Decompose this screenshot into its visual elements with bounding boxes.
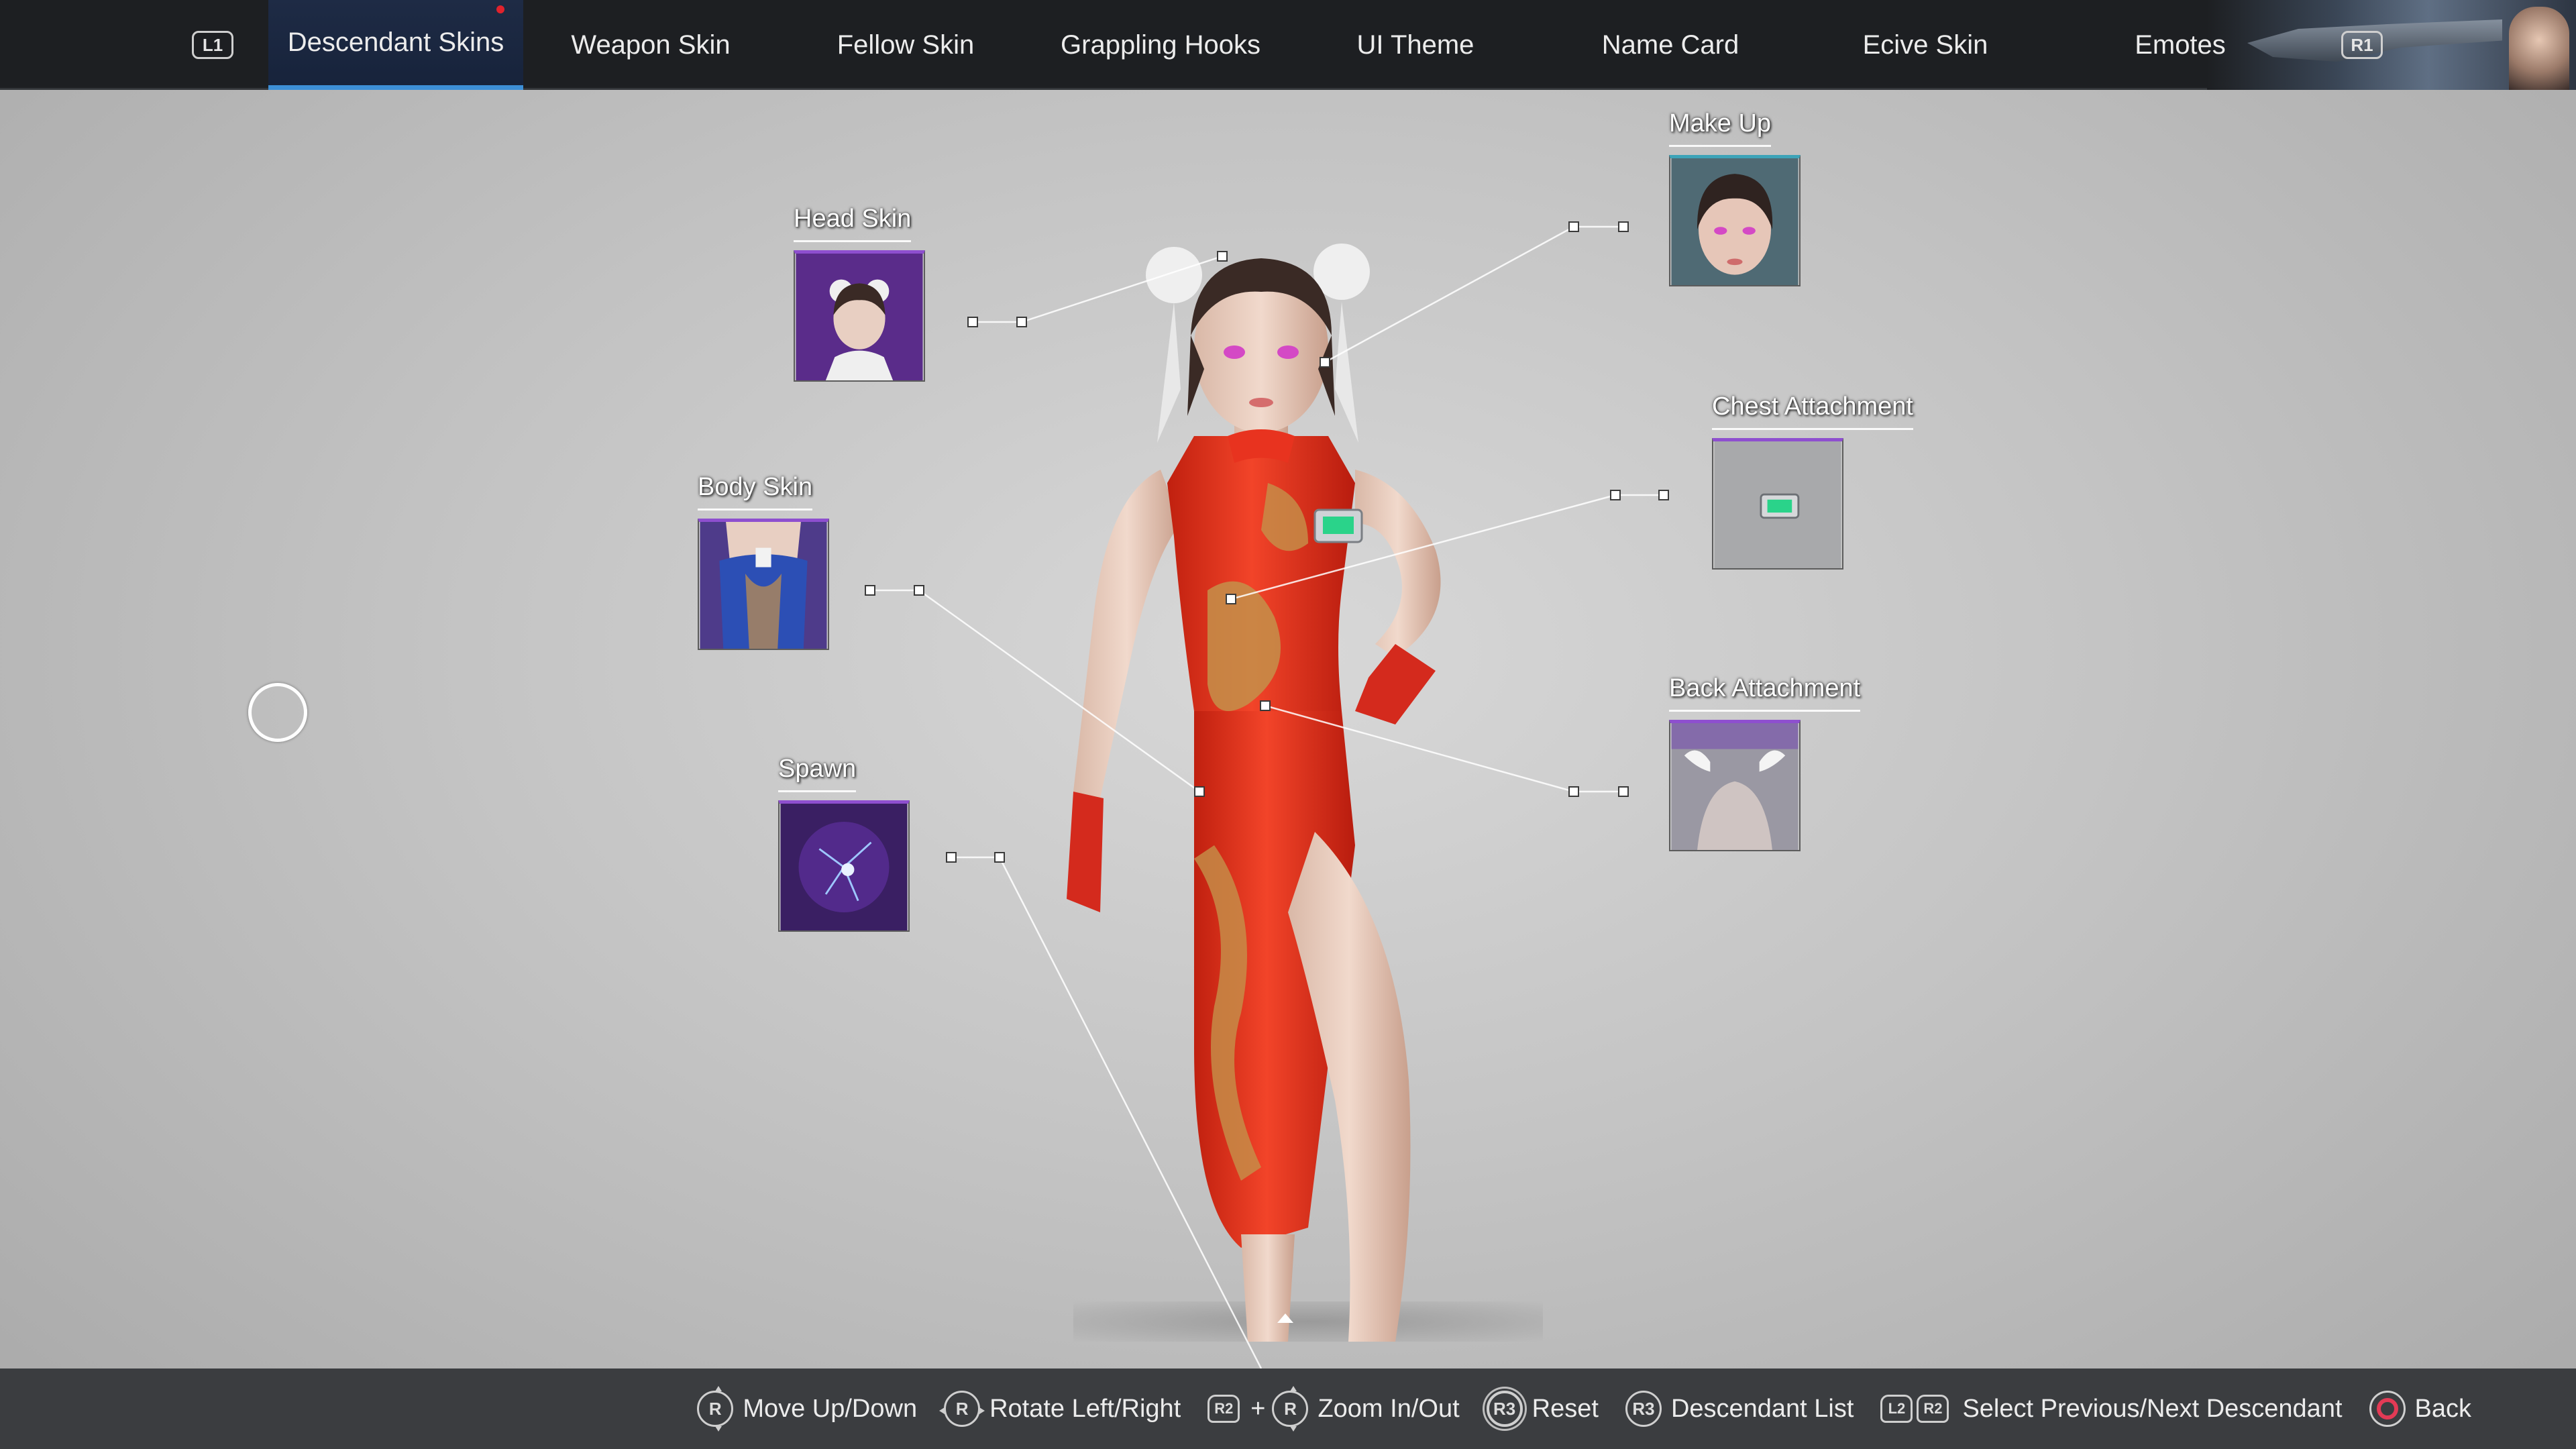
r2-trigger-icon: R2 [1917,1395,1949,1423]
cursor-ring [248,683,307,742]
tab-name-card[interactable]: Name Card [1543,0,1798,90]
tab-ecive-skin[interactable]: Ecive Skin [1798,0,2053,90]
hint-reset[interactable]: R3 Reset [1486,1391,1599,1427]
slot-label: Spawn [778,755,857,792]
tab-label: Weapon Skin [571,30,731,60]
r2-trigger-icon: R2 [1208,1395,1240,1423]
body-skin-thumbnail[interactable] [698,519,829,650]
slot-label: Head Skin [794,205,912,242]
spawn-thumbnail[interactable] [778,800,910,932]
tab-grappling-hooks[interactable]: Grappling Hooks [1033,0,1288,90]
l2-trigger-icon: L2 [1880,1395,1913,1423]
hint-zoom[interactable]: R2 + R Zoom In/Out [1208,1386,1460,1432]
make-up-thumbnail[interactable] [1669,155,1801,286]
control-hints-bar: R Move Up/Down R Rotate Left/Right R2 + … [0,1368,2576,1449]
right-stick-icon: R [1272,1386,1309,1432]
hint-descendant-list[interactable]: R3 Descendant List [1625,1391,1854,1427]
hint-label: Zoom In/Out [1318,1394,1460,1423]
back-attachment-thumbnail[interactable] [1669,720,1801,851]
slot-label: Chest Attachment [1712,392,1913,430]
hint-move[interactable]: R Move Up/Down [697,1386,918,1432]
tab-label: Name Card [1601,30,1739,60]
hint-label: Reset [1532,1394,1599,1423]
slot-body-skin[interactable]: Body Skin [698,473,829,650]
tab-label: Emotes [2135,30,2226,60]
head-skin-thumbnail[interactable] [794,250,925,382]
slot-label: Make Up [1669,109,1772,147]
next-tab-button[interactable]: R1 [2341,31,2383,59]
slot-make-up[interactable]: Make Up [1669,109,1801,286]
hint-label: Rotate Left/Right [989,1394,1181,1423]
tab-fellow-skin[interactable]: Fellow Skin [778,0,1033,90]
circle-button-icon [2369,1391,2406,1427]
hint-select-descendant[interactable]: L2 R2 Select Previous/Next Descendant [1880,1394,2343,1424]
right-stick-vertical-icon: R [697,1386,734,1432]
tab-weapon-skin[interactable]: Weapon Skin [523,0,778,90]
r3-button-icon: R3 [1486,1391,1523,1427]
plus-sign: + [1250,1394,1266,1423]
descendant-character-model[interactable] [993,241,1597,1342]
slot-spawn[interactable]: Spawn [778,755,910,932]
chest-attachment-thumbnail[interactable] [1712,438,1843,570]
slot-chest-attachment[interactable]: Chest Attachment [1712,392,1913,570]
tab-ui-theme[interactable]: UI Theme [1288,0,1543,90]
slot-label: Back Attachment [1669,674,1861,712]
slot-back-attachment[interactable]: Back Attachment [1669,674,1861,851]
hint-rotate[interactable]: R Rotate Left/Right [939,1391,1181,1427]
right-stick-horizontal-icon: R [939,1391,985,1427]
prev-tab-button[interactable]: L1 [192,31,233,59]
hint-label: Descendant List [1670,1394,1854,1423]
hint-label: Select Previous/Next Descendant [1962,1394,2343,1423]
category-tab-bar: L1 Descendant Skins Weapon Skin Fellow S… [0,0,2576,90]
scroll-up-indicator[interactable] [1277,1313,1293,1323]
hint-label: Back [2414,1394,2471,1423]
tab-label: UI Theme [1356,30,1474,60]
tab-descendant-skins[interactable]: Descendant Skins [268,0,523,90]
tab-label: Ecive Skin [1862,30,1988,60]
tab-label: Descendant Skins [287,28,504,57]
tab-label: Fellow Skin [837,30,975,60]
notification-dot [496,5,504,13]
r3-button-icon: R3 [1625,1391,1662,1427]
hint-back[interactable]: Back [2369,1391,2471,1427]
tab-label: Grappling Hooks [1061,30,1260,60]
tab-emotes[interactable]: Emotes [2053,0,2308,90]
slot-label: Body Skin [698,473,813,511]
slot-head-skin[interactable]: Head Skin [794,205,925,382]
descendant-portrait-image [2509,7,2569,90]
hint-label: Move Up/Down [743,1394,918,1423]
